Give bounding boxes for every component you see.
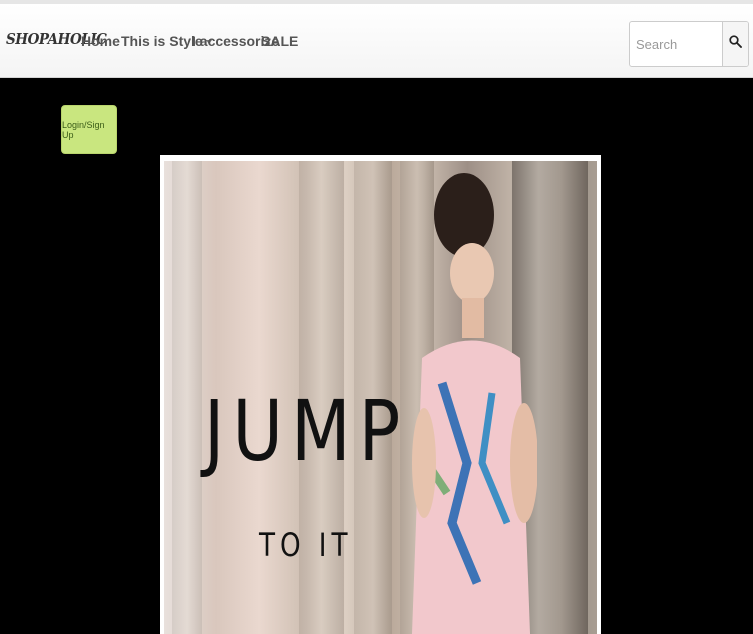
nav-home[interactable]: Home xyxy=(81,33,120,49)
hero-banner[interactable]: JUMP TO IT xyxy=(160,155,601,634)
search-form xyxy=(629,21,749,67)
banner-headline: JUMP xyxy=(204,382,409,480)
login-signup-button[interactable]: Login/Sign Up xyxy=(61,105,117,154)
hero-image: JUMP TO IT xyxy=(164,161,597,634)
arch-column xyxy=(172,161,202,634)
search-icon xyxy=(729,35,742,53)
navbar: SHOPAHOLIC Home This is Style I accessor… xyxy=(0,4,753,78)
banner-subline: TO IT xyxy=(259,526,353,564)
model-figure xyxy=(412,173,537,634)
nav-sale[interactable]: SALE xyxy=(261,33,298,49)
search-input[interactable] xyxy=(630,22,724,66)
search-button[interactable] xyxy=(722,22,748,66)
